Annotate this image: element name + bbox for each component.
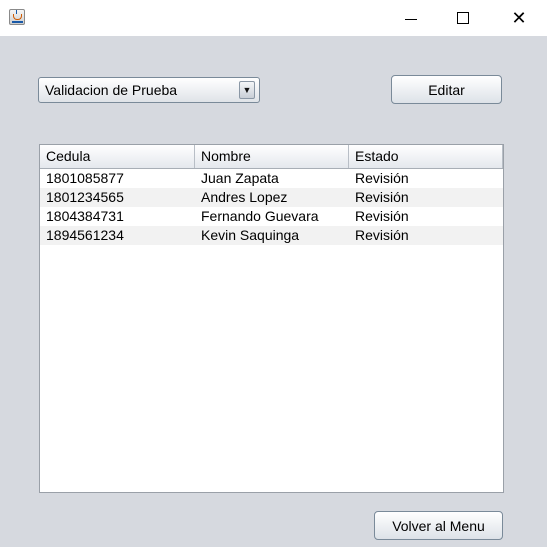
column-header-cedula[interactable]: Cedula	[40, 145, 195, 168]
cell-nombre: Kevin Saquinga	[201, 227, 300, 243]
minimize-button[interactable]	[388, 0, 434, 36]
combobox-selected-value: Validacion de Prueba	[45, 82, 178, 98]
back-to-menu-button[interactable]: Volver al Menu	[374, 511, 503, 540]
close-button[interactable]: ✕	[496, 0, 542, 36]
java-cup-icon[interactable]	[9, 9, 25, 25]
maximize-button[interactable]	[440, 0, 486, 36]
table-row[interactable]: 1804384731 Fernando Guevara Revisión	[40, 207, 503, 226]
cell-estado: Revisión	[355, 170, 409, 186]
table-body: 1801085877 Juan Zapata Revisión 18012345…	[40, 169, 503, 245]
table-row[interactable]: 1801085877 Juan Zapata Revisión	[40, 169, 503, 188]
close-icon: ✕	[511, 7, 527, 29]
cell-cedula: 1801085877	[46, 170, 124, 186]
minimize-icon	[405, 18, 417, 20]
cell-cedula: 1804384731	[46, 208, 124, 224]
table-row[interactable]: 1894561234 Kevin Saquinga Revisión	[40, 226, 503, 245]
window-content: Validacion de Prueba ▼ Editar Cedula Nom…	[0, 36, 547, 547]
table-row[interactable]: 1801234565 Andres Lopez Revisión	[40, 188, 503, 207]
results-table[interactable]: Cedula Nombre Estado 1801085877 Juan Zap…	[39, 144, 504, 493]
validation-combobox[interactable]: Validacion de Prueba ▼	[38, 77, 260, 103]
column-header-estado[interactable]: Estado	[349, 145, 503, 168]
column-header-nombre[interactable]: Nombre	[195, 145, 349, 168]
cell-estado: Revisión	[355, 227, 409, 243]
cell-estado: Revisión	[355, 189, 409, 205]
cell-nombre: Andres Lopez	[201, 189, 288, 205]
cell-nombre: Fernando Guevara	[201, 208, 319, 224]
cell-estado: Revisión	[355, 208, 409, 224]
window-titlebar: ✕	[0, 0, 547, 36]
maximize-icon	[457, 12, 469, 24]
cell-cedula: 1894561234	[46, 227, 124, 243]
cell-cedula: 1801234565	[46, 189, 124, 205]
table-header: Cedula Nombre Estado	[40, 145, 503, 169]
cell-nombre: Juan Zapata	[201, 170, 279, 186]
chevron-down-icon[interactable]: ▼	[239, 81, 255, 99]
edit-button[interactable]: Editar	[391, 75, 502, 104]
